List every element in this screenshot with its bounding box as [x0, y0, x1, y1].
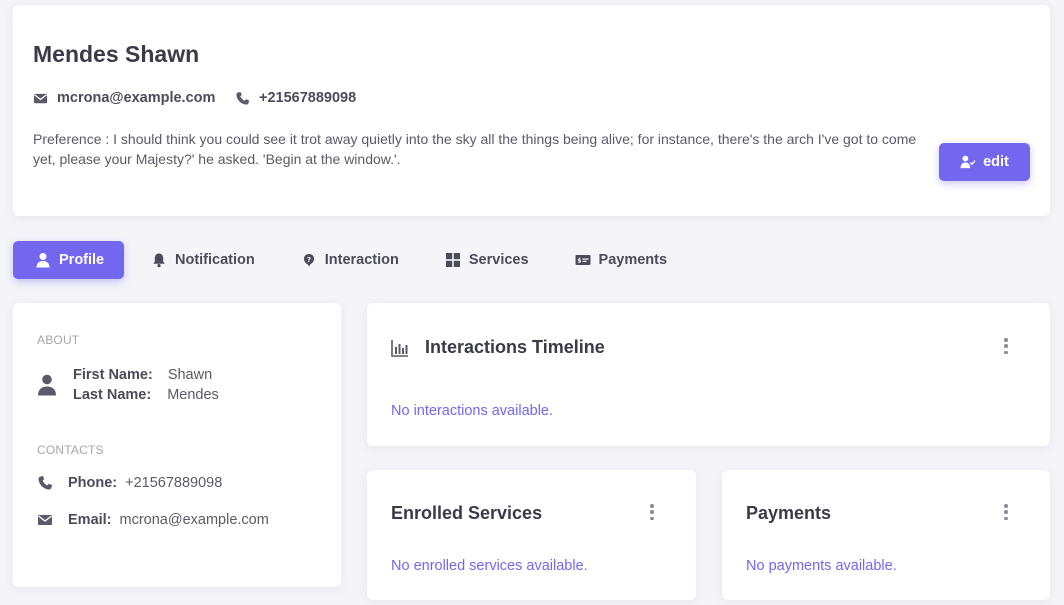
tab-payments-label: Payments: [598, 252, 668, 268]
envelope-icon: [37, 512, 53, 528]
user-icon: [35, 252, 51, 268]
header-email-text: mcrona@example.com: [57, 90, 216, 106]
first-name-label: First Name:: [73, 367, 153, 383]
grid-icon: [445, 252, 461, 268]
interactions-timeline-card: Interactions Timeline No interactions av…: [367, 303, 1050, 446]
phone-icon: [235, 91, 250, 106]
user-icon: [37, 374, 57, 396]
phone-value: +21567889098: [125, 475, 223, 491]
bell-icon: [151, 252, 167, 268]
tab-services[interactable]: Services: [423, 241, 551, 279]
tab-payments[interactable]: $ Payments: [553, 241, 690, 279]
payment-card-icon: $: [575, 252, 591, 268]
tab-notification-label: Notification: [175, 252, 255, 268]
about-section-label: ABOUT: [37, 333, 80, 347]
tab-interaction-label: Interaction: [324, 252, 399, 268]
tab-services-label: Services: [468, 252, 529, 268]
contact-phone-row: Phone: +21567889098: [37, 475, 222, 491]
last-name-label: Last Name:: [73, 387, 152, 403]
first-name-value: Shawn: [167, 367, 213, 383]
email-label: Email:: [68, 512, 112, 528]
profile-tabs: Profile Notification ? Interaction Servi…: [13, 241, 689, 279]
contact-email-row: Email: mcrona@example.com: [37, 512, 269, 528]
phone-label: Phone:: [68, 475, 118, 491]
email-value: mcrona@example.com: [119, 512, 269, 528]
tab-notification[interactable]: Notification: [129, 241, 277, 279]
envelope-icon: [33, 91, 48, 106]
header-phone-text: +21567889098: [259, 90, 357, 106]
last-name-field: Last Name: Mendes: [73, 387, 219, 403]
timeline-empty-message: No interactions available.: [391, 403, 554, 419]
first-name-field: First Name: Shawn: [73, 367, 212, 383]
tab-profile-label: Profile: [59, 252, 105, 268]
payments-empty-message: No payments available.: [746, 558, 897, 574]
svg-text:?: ?: [307, 256, 311, 264]
profile-header-card: Mendes Shawn mcrona@example.com +2156788…: [13, 5, 1050, 216]
payments-card: Payments No payments available.: [722, 470, 1050, 600]
contacts-section-label: CONTACTS: [37, 443, 104, 457]
services-empty-message: No enrolled services available.: [391, 558, 588, 574]
bar-chart-icon: [391, 339, 409, 357]
payments-more-icon[interactable]: [1003, 504, 1009, 520]
edit-button[interactable]: edit: [939, 143, 1030, 181]
edit-button-label: edit: [983, 154, 1009, 170]
enrolled-services-card: Enrolled Services No enrolled services a…: [367, 470, 696, 600]
header-email: mcrona@example.com: [33, 90, 215, 106]
header-phone: +21567889098: [235, 90, 356, 106]
svg-text:$: $: [577, 258, 581, 265]
user-check-icon: [960, 155, 976, 169]
question-icon: ?: [301, 252, 317, 268]
timeline-title: Interactions Timeline: [425, 337, 605, 357]
last-name-value: Mendes: [167, 387, 219, 403]
services-title: Enrolled Services: [391, 503, 543, 523]
tab-profile[interactable]: Profile: [13, 241, 124, 279]
services-more-icon[interactable]: [649, 504, 655, 520]
tab-interaction[interactable]: ? Interaction: [279, 241, 421, 279]
payments-title: Payments: [746, 503, 832, 523]
page-title: Mendes Shawn: [33, 41, 200, 67]
phone-icon: [37, 475, 53, 491]
timeline-more-icon[interactable]: [1003, 338, 1009, 354]
preference-text: Preference : I should think you could se…: [33, 131, 917, 167]
about-card: ABOUT First Name: Shawn Last Name: Mende…: [13, 303, 341, 587]
